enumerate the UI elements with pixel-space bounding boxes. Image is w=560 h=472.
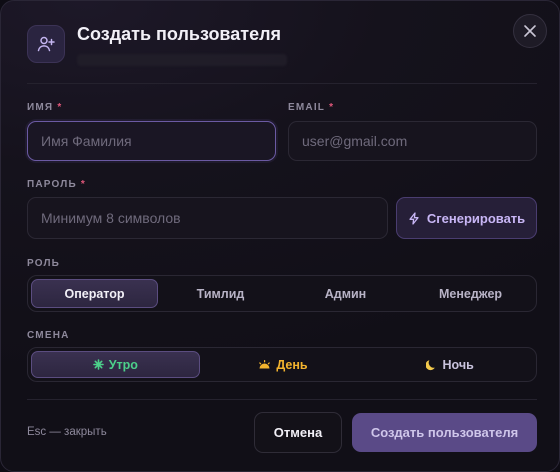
role-option-admin[interactable]: Админ — [283, 279, 408, 308]
dialog-subtitle-placeholder — [77, 54, 287, 66]
create-user-dialog: Создать пользователя ИМЯ* EMAIL* ПАРОЛЬ*… — [0, 0, 560, 472]
header-divider — [27, 83, 537, 84]
user-plus-icon — [27, 25, 65, 63]
role-option-manager[interactable]: Менеджер — [408, 279, 533, 308]
sparkle-icon — [92, 359, 104, 370]
name-input[interactable] — [27, 121, 276, 161]
email-input[interactable] — [288, 121, 537, 161]
create-user-button[interactable]: Создать пользователя — [352, 413, 537, 452]
password-label: ПАРОЛЬ * — [27, 179, 86, 190]
generate-password-button[interactable]: Сгенерировать — [396, 197, 537, 239]
role-label: РОЛЬ — [27, 258, 61, 269]
sun-icon — [259, 360, 271, 369]
shift-label: СМЕНА — [27, 330, 70, 341]
shift-option-day[interactable]: День — [200, 351, 367, 378]
email-label: EMAIL * — [288, 102, 335, 113]
lightning-icon — [409, 211, 419, 225]
role-selector: Оператор Тимлид Админ Менеджер — [27, 275, 537, 312]
password-input[interactable] — [27, 197, 388, 239]
footer-divider — [27, 399, 537, 400]
dialog-title: Создать пользователя — [77, 24, 282, 44]
role-option-teamlead[interactable]: Тимлид — [158, 279, 283, 308]
role-option-operator[interactable]: Оператор — [31, 279, 158, 308]
cancel-button[interactable]: Отмена — [254, 412, 342, 453]
shift-selector: Утро День Ночь — [27, 347, 537, 382]
shift-option-night[interactable]: Ночь — [366, 351, 533, 378]
close-icon — [524, 25, 536, 37]
escape-hint: Esc — закрыть — [27, 426, 107, 438]
close-button[interactable] — [513, 14, 547, 48]
shift-option-morning[interactable]: Утро — [31, 351, 200, 378]
moon-icon — [425, 359, 435, 370]
generate-button-label: Сгенерировать — [426, 210, 526, 226]
name-label: ИМЯ * — [27, 102, 63, 113]
